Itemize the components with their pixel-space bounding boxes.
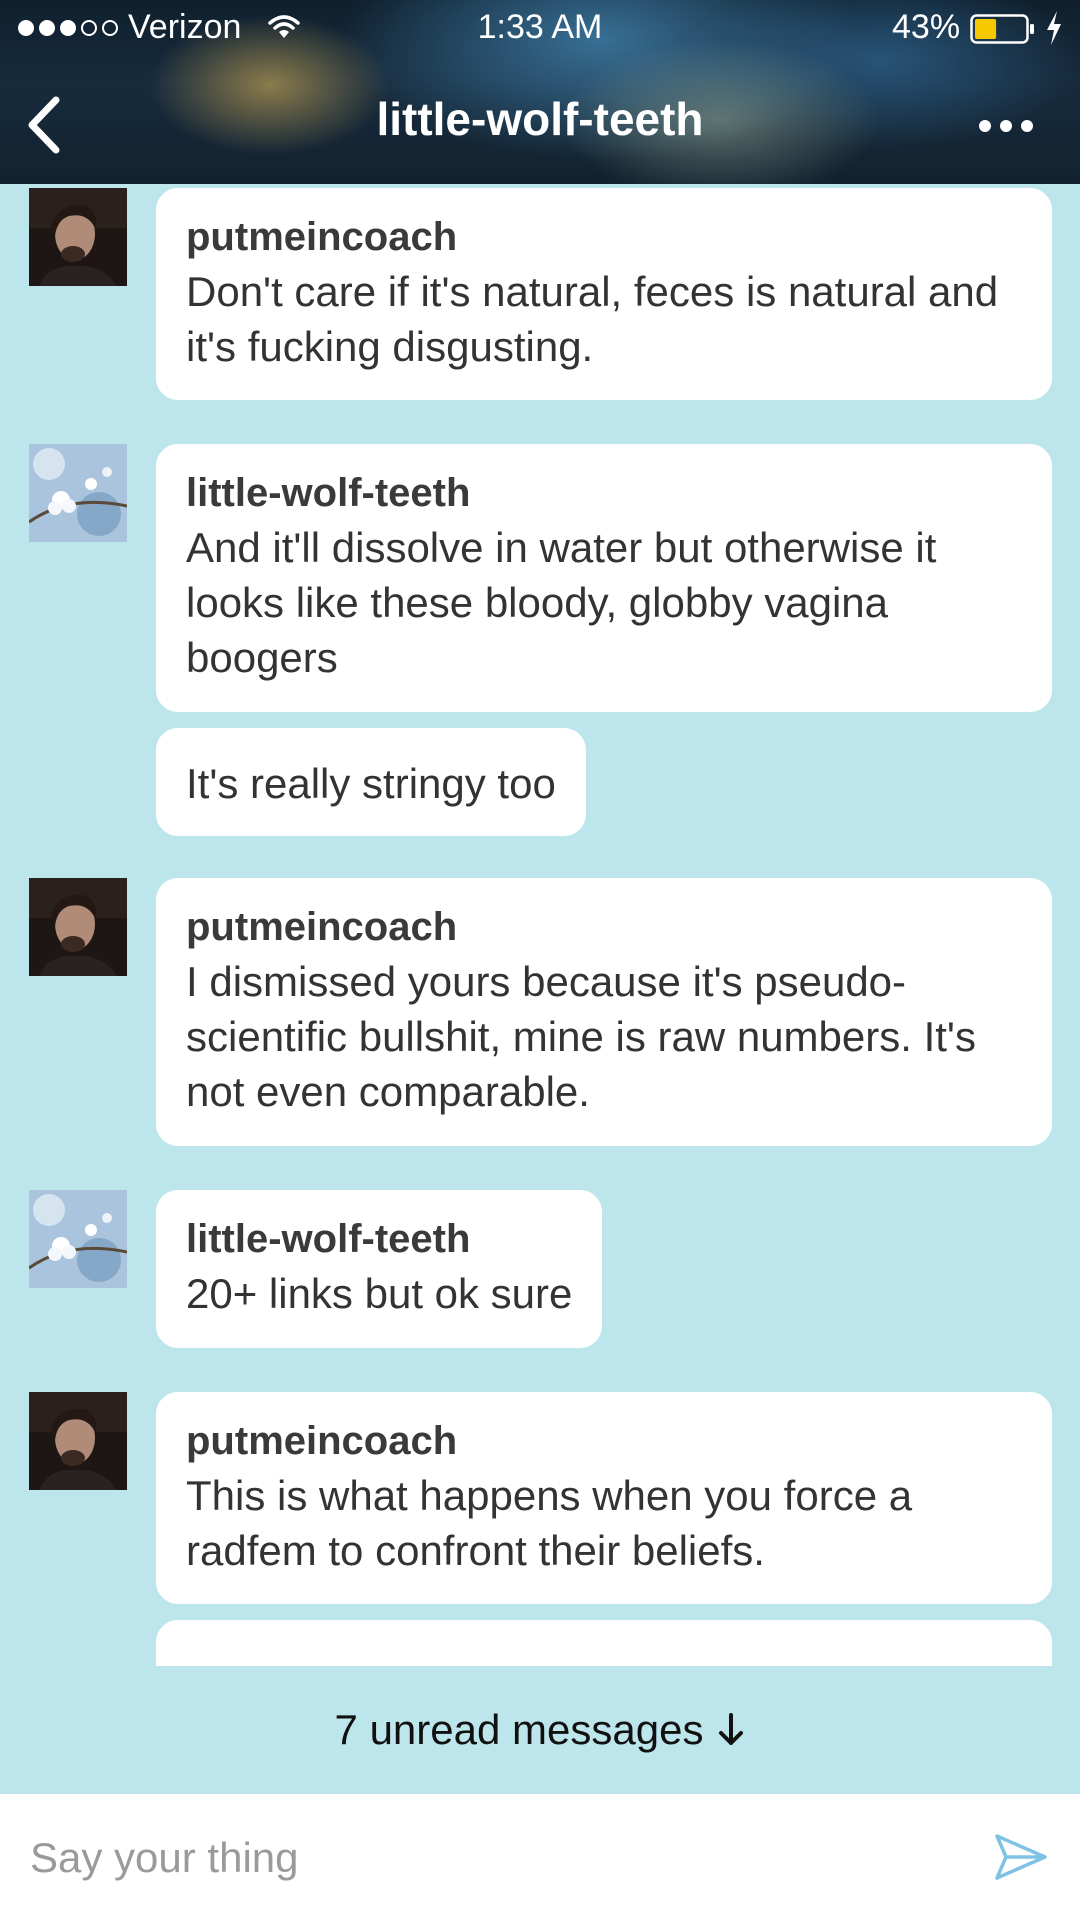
message-sender[interactable]: putmeincoach: [186, 1416, 1022, 1466]
message-text: This is what happens when you force a ra…: [186, 1472, 913, 1574]
header: Verizon 1:33 AM 43% little-wolf-teeth: [0, 0, 1080, 184]
message-list[interactable]: putmeincoach Don't care if it's natural,…: [0, 184, 1080, 1666]
status-bar: Verizon 1:33 AM 43%: [0, 0, 1080, 58]
conversation-title[interactable]: little-wolf-teeth: [0, 92, 1080, 146]
message-sender[interactable]: putmeincoach: [186, 212, 1022, 262]
message-bubble[interactable]: It's really stringy too: [156, 728, 586, 836]
message-sender[interactable]: putmeincoach: [186, 902, 1022, 952]
message-bubble[interactable]: putmeincoach Don't care if it's natural,…: [156, 188, 1052, 400]
unread-messages-banner[interactable]: 7 unread messages: [0, 1666, 1080, 1794]
message-bubble[interactable]: little-wolf-teeth 20+ links but ok sure: [156, 1190, 603, 1348]
man-portrait-avatar[interactable]: [29, 1392, 127, 1490]
battery-icon: [970, 14, 1034, 44]
message-bubble-partial[interactable]: [156, 1620, 1052, 1666]
unread-messages-label: 7 unread messages: [334, 1706, 704, 1753]
message-bubble[interactable]: putmeincoach This is what happens when y…: [156, 1392, 1052, 1604]
more-options-icon[interactable]: [976, 114, 1036, 138]
man-portrait-avatar[interactable]: [29, 188, 127, 286]
message-text: And it'll dissolve in water but otherwis…: [186, 524, 937, 681]
blossom-avatar[interactable]: [29, 444, 127, 542]
send-icon[interactable]: [994, 1832, 1048, 1882]
message-sender[interactable]: little-wolf-teeth: [186, 1214, 572, 1264]
message-text: 20+ links but ok sure: [186, 1270, 573, 1317]
message-text: It's really stringy too: [186, 760, 556, 807]
message-input[interactable]: [28, 1824, 932, 1892]
blossom-avatar[interactable]: [29, 1190, 127, 1288]
message-sender[interactable]: little-wolf-teeth: [186, 468, 1022, 518]
message-composer: [0, 1794, 1080, 1920]
nav-bar: little-wolf-teeth: [0, 70, 1080, 184]
charging-bolt-icon: [1047, 11, 1061, 45]
message-bubble[interactable]: putmeincoach I dismissed yours because i…: [156, 878, 1052, 1146]
message-text: I dismissed yours because it's pseudo-sc…: [186, 958, 976, 1115]
man-portrait-avatar[interactable]: [29, 878, 127, 976]
battery-percentage: 43%: [892, 8, 961, 46]
arrow-down-icon: [719, 1713, 744, 1745]
message-text: Don't care if it's natural, feces is nat…: [186, 268, 999, 370]
message-bubble[interactable]: little-wolf-teeth And it'll dissolve in …: [156, 444, 1052, 712]
